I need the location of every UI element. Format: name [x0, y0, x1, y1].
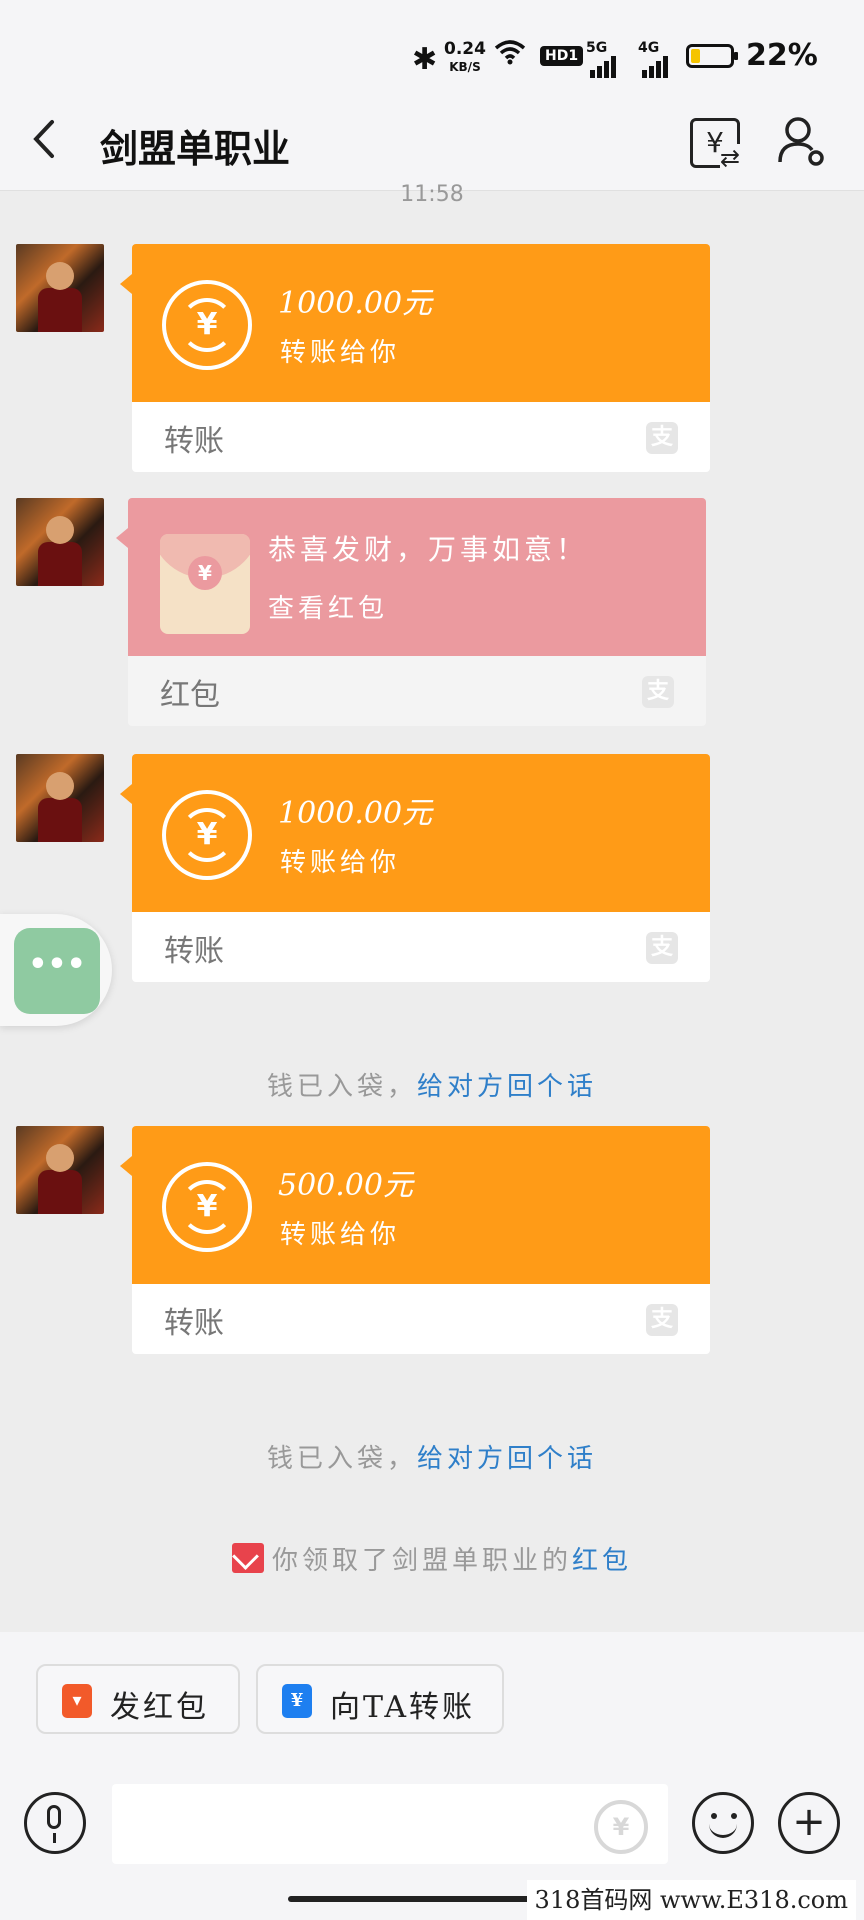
red-packet-link[interactable]: 红包 [572, 1546, 632, 1576]
more-dots-icon: ••• [14, 928, 100, 1014]
signal-5g-icon [590, 56, 618, 78]
red-packet-view: 查看红包 [268, 594, 389, 624]
emoji-icon[interactable] [692, 1792, 754, 1854]
network-speed: 0.24 KB/S [444, 40, 486, 76]
transfer-card-top: ¥ 500.00元 转账给你 [120, 1126, 710, 1284]
quick-actions-bar: ▾ 发红包 ¥ 向TA转账 [0, 1632, 864, 1760]
red-packet-card[interactable]: ¥ 恭喜发财，万事如意！ 查看红包 红包 支 [116, 498, 706, 726]
send-red-packet-button[interactable]: ▾ 发红包 [36, 1664, 240, 1734]
transfer-desc: 转账给你 [280, 848, 401, 878]
avatar[interactable] [16, 1126, 104, 1214]
send-red-packet-label: 发红包 [110, 1690, 209, 1725]
watermark: 318首码网 www.E318.com [526, 1880, 856, 1920]
chat-header: 剑盟单职业 ¥ ⇄ [0, 100, 864, 191]
red-packet-card-top: ¥ 恭喜发财，万事如意！ 查看红包 [116, 498, 706, 656]
transfer-amount: 1000.00元 [278, 796, 433, 831]
alipay-icon: 支 [646, 932, 678, 964]
transfer-icon: ¥ [162, 790, 252, 880]
user-settings-icon[interactable] [776, 114, 826, 168]
transfer-to-button[interactable]: ¥ 向TA转账 [256, 1664, 504, 1734]
transfer-shortcut-icon[interactable]: ¥ [594, 1800, 648, 1854]
transfer-label: 转账 [164, 1306, 224, 1341]
red-packet-mail-icon [231, 1543, 264, 1573]
red-packet-card-footer: 红包 支 [128, 656, 706, 726]
avatar[interactable] [16, 754, 104, 842]
back-arrow-icon[interactable] [28, 114, 58, 176]
reply-link[interactable]: 给对方回个话 [417, 1072, 597, 1102]
transfer-label: 转账 [164, 424, 224, 459]
transfer-card-top: ¥ 1000.00元 转账给你 [120, 244, 710, 402]
transfer-arrows-icon: ⇄ [720, 144, 741, 172]
alipay-icon: 支 [642, 676, 674, 708]
status-bar: ✱ 0.24 KB/S HD1 5G 4G 22% [0, 0, 864, 100]
transfer-icon: ¥ [162, 1162, 252, 1252]
transfer-yen-icon: ¥ [282, 1684, 312, 1718]
avatar[interactable] [16, 498, 104, 586]
transfer-card[interactable]: ¥ 1000.00元 转账给你 转账 支 [120, 754, 710, 982]
transfer-to-label: 向TA转账 [330, 1690, 476, 1725]
transfer-amount: 500.00元 [278, 1168, 413, 1203]
transfer-card-footer: 转账 支 [132, 1284, 710, 1354]
message-input[interactable] [112, 1784, 668, 1864]
transfer-label: 转账 [164, 934, 224, 969]
signal-4g-icon [642, 56, 670, 78]
avatar[interactable] [16, 244, 104, 332]
floating-menu-button[interactable]: ••• [0, 914, 112, 1026]
reply-link[interactable]: 给对方回个话 [417, 1444, 597, 1474]
transfer-desc: 转账给你 [280, 1220, 401, 1250]
system-message-text: 钱已入袋， [266, 1444, 417, 1474]
red-packet-greeting: 恭喜发财，万事如意！ [268, 533, 589, 566]
speed-value: 0.24 [444, 39, 486, 59]
time-stamp: 11:58 [400, 182, 464, 202]
battery-percent: 22% [746, 38, 818, 73]
system-message-text: 钱已入袋， [266, 1072, 417, 1102]
transfer-icon: ¥ [162, 280, 252, 370]
battery-level [691, 49, 701, 63]
transfer-card-top: ¥ 1000.00元 转账给你 [120, 754, 710, 912]
microphone-icon[interactable] [24, 1792, 86, 1854]
transfer-desc: 转账给你 [280, 338, 401, 368]
network-5g-label: 5G [586, 40, 608, 56]
network-4g-label: 4G [638, 40, 660, 56]
alipay-icon: 支 [646, 422, 678, 454]
transfer-card[interactable]: ¥ 500.00元 转账给你 转账 支 [120, 1126, 710, 1354]
red-packet-icon: ▾ [62, 1684, 92, 1718]
wifi-icon [494, 38, 526, 74]
transfer-card-footer: 转账 支 [132, 912, 710, 982]
bluetooth-icon: ✱ [412, 42, 438, 77]
alipay-icon: 支 [646, 1304, 678, 1336]
system-message: 钱已入袋，给对方回个话 [0, 1066, 864, 1103]
system-message: 钱已入袋，给对方回个话 [0, 1438, 864, 1475]
red-packet-received-message: 你领取了剑盟单职业的红包 [0, 1540, 864, 1577]
chat-title: 剑盟单职业 [100, 126, 291, 171]
battery-icon [686, 44, 738, 68]
transfer-card-footer: 转账 支 [132, 402, 710, 472]
system-message-text: 你领取了剑盟单职业的 [271, 1546, 572, 1576]
transfer-card[interactable]: ¥ 1000.00元 转账给你 转账 支 [120, 244, 710, 472]
plus-icon[interactable]: + [778, 1792, 840, 1854]
speed-unit: KB/S [449, 60, 481, 74]
hd-badge: HD1 [540, 46, 584, 66]
red-envelope-icon: ¥ [160, 534, 250, 634]
red-packet-label: 红包 [160, 678, 220, 713]
transfer-amount: 1000.00元 [278, 286, 433, 321]
